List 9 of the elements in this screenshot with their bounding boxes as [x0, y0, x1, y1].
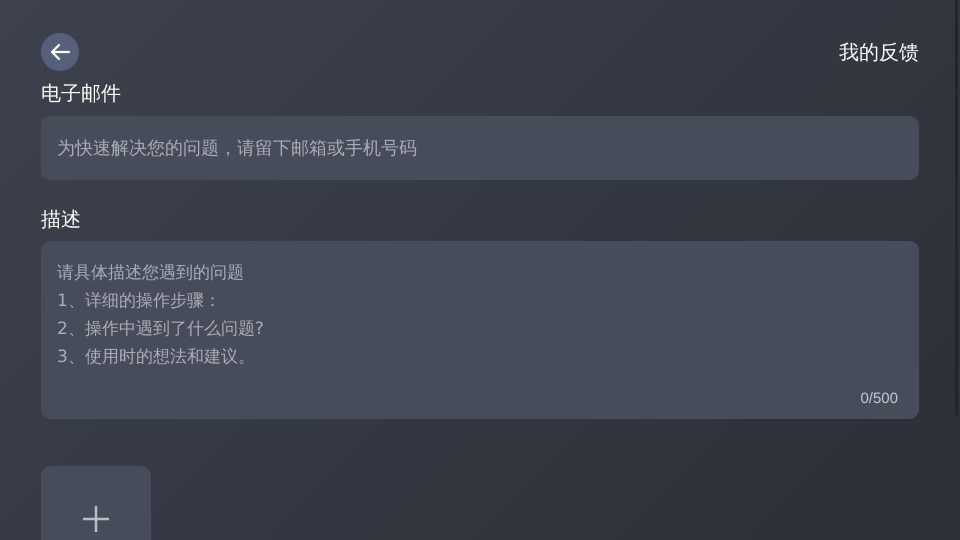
email-field[interactable]: 为快速解决您的问题，请留下邮箱或手机号码 — [41, 116, 919, 180]
character-counter: 0/500 — [860, 388, 898, 408]
back-arrow-icon — [49, 43, 71, 61]
page-title: 我的反馈 — [839, 39, 919, 66]
description-label: 描述 — [41, 206, 82, 233]
plus-icon — [81, 504, 111, 534]
back-button[interactable] — [41, 33, 79, 71]
description-field[interactable]: 请具体描述您遇到的问题 1、详细的操作步骤： 2、操作中遇到了什么问题? 3、使用时的想法和建议。 0/500 — [41, 241, 919, 419]
email-label: 电子邮件 — [41, 80, 122, 107]
